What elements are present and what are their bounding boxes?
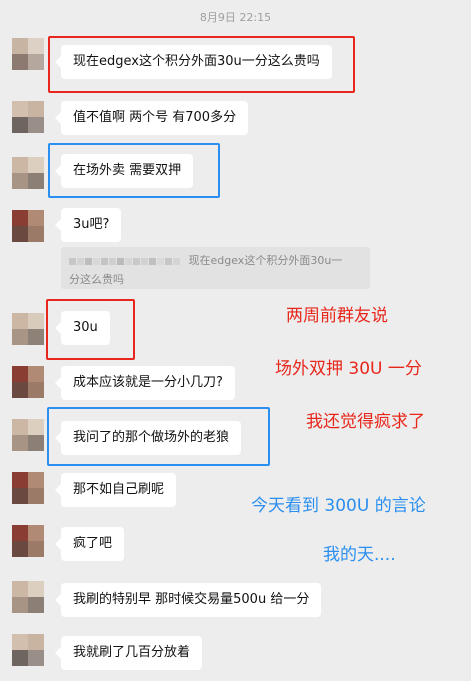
avatar[interactable]	[12, 210, 44, 242]
quoted-message[interactable]: 现在edgex这个积分外面30u一 分这么贵吗	[61, 247, 370, 289]
avatar[interactable]	[12, 157, 44, 189]
red-highlight-box	[46, 299, 135, 360]
message-bubble[interactable]: 3u吧?	[54, 208, 122, 242]
blurred-name-pixel	[117, 257, 124, 265]
blue-highlight-box	[48, 143, 220, 198]
message-bubble[interactable]: 疯了吧	[54, 527, 125, 561]
avatar[interactable]	[12, 419, 44, 451]
blue-highlight-box	[47, 407, 270, 466]
avatar[interactable]	[12, 525, 44, 557]
annotation-text: 场外双押 30U 一分	[275, 359, 422, 379]
avatar[interactable]	[12, 472, 44, 504]
avatar[interactable]	[12, 313, 44, 345]
red-highlight-box	[48, 36, 355, 93]
annotation-text: 今天看到 300U 的言论	[251, 496, 426, 516]
avatar[interactable]	[12, 38, 44, 70]
quote-text: 现在edgex这个积分外面30u一	[188, 254, 343, 267]
blurred-name-pixel	[173, 257, 180, 265]
blurred-name-pixel	[77, 257, 84, 265]
blurred-name-pixel	[125, 257, 132, 265]
message-bubble[interactable]: 成本应该就是一分小几刀?	[55, 366, 235, 400]
blurred-name-pixel	[141, 257, 148, 265]
timestamp: 8月9日 22:15	[199, 11, 272, 24]
avatar[interactable]	[12, 101, 44, 133]
annotation-text: 两周前群友说	[286, 306, 388, 326]
quote-text: 分这么贵吗	[69, 273, 124, 286]
blurred-name-pixel	[149, 257, 156, 265]
blurred-name-pixel	[109, 257, 116, 265]
message-bubble[interactable]: 我就刷了几百分放着	[54, 636, 203, 670]
avatar[interactable]	[12, 581, 44, 613]
avatar[interactable]	[12, 366, 44, 398]
message-bubble[interactable]: 那不如自己刷呢	[54, 473, 177, 507]
annotation-text: 我还觉得疯求了	[306, 412, 425, 432]
blurred-name-pixel	[93, 257, 100, 265]
blurred-name-pixel	[133, 257, 140, 265]
blurred-name-pixel	[69, 257, 76, 265]
blurred-name-pixel	[85, 257, 92, 265]
avatar[interactable]	[12, 634, 44, 666]
blurred-name-pixel	[101, 257, 108, 265]
blurred-name-pixel	[157, 257, 164, 265]
annotation-text: 我的天....	[323, 545, 396, 565]
blurred-name-pixel	[165, 257, 172, 265]
message-bubble[interactable]: 我刷的特别早 那时候交易量500u 给一分	[54, 583, 322, 617]
message-bubble[interactable]: 值不值啊 两个号 有700多分	[54, 101, 249, 135]
